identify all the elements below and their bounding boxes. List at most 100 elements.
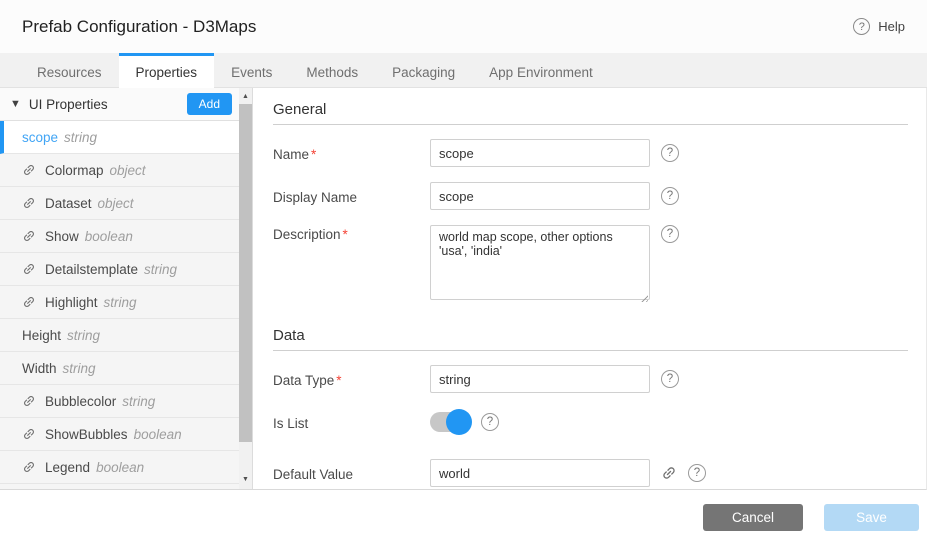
data-type-help-icon[interactable]: ? xyxy=(661,370,679,388)
tab-methods[interactable]: Methods xyxy=(289,53,375,88)
add-property-button[interactable]: Add xyxy=(187,93,232,115)
list-item[interactable]: scope string xyxy=(0,121,240,154)
display-name-input[interactable] xyxy=(430,182,650,210)
data-type-label: Data Type* xyxy=(273,371,430,388)
list-item[interactable]: Detailstemplate string xyxy=(0,253,240,286)
is-list-label: Is List xyxy=(273,414,430,431)
property-type: string xyxy=(144,262,177,277)
property-name: Legend xyxy=(45,460,90,475)
save-button[interactable]: Save xyxy=(824,504,919,531)
property-name: scope xyxy=(22,130,58,145)
required-asterisk: * xyxy=(336,373,341,388)
property-type: boolean xyxy=(134,427,182,442)
property-type: string xyxy=(104,295,137,310)
tab-packaging[interactable]: Packaging xyxy=(375,53,472,88)
is-list-row: Is List ? xyxy=(273,408,908,436)
name-input[interactable] xyxy=(430,139,650,167)
property-list: scope string Colormap object Dataset obj… xyxy=(0,121,240,484)
help-question-icon: ? xyxy=(853,18,870,35)
list-item[interactable]: Bubblecolor string xyxy=(0,385,240,418)
page-title: Prefab Configuration - D3Maps xyxy=(22,17,256,37)
section-title-data: Data xyxy=(273,320,908,351)
property-name: Colormap xyxy=(45,163,104,178)
property-type: string xyxy=(64,130,97,145)
tab-bar: Resources Properties Events Methods Pack… xyxy=(0,53,927,88)
property-name: Highlight xyxy=(45,295,98,310)
required-asterisk: * xyxy=(311,147,316,162)
list-item[interactable]: Height string xyxy=(0,319,240,352)
default-value-input[interactable] xyxy=(430,459,650,487)
link-icon xyxy=(22,229,36,243)
property-name: Bubblecolor xyxy=(45,394,116,409)
tab-app-environment[interactable]: App Environment xyxy=(472,53,610,88)
cancel-button[interactable]: Cancel xyxy=(703,504,803,531)
prefab-configuration-dialog: Prefab Configuration - D3Maps ? Help Res… xyxy=(0,0,927,555)
tab-resources[interactable]: Resources xyxy=(20,53,119,88)
scroll-down-icon[interactable]: ▼ xyxy=(239,472,252,486)
list-item[interactable]: Show boolean xyxy=(0,220,240,253)
property-type: string xyxy=(122,394,155,409)
property-form: General Name* ? Display Name ? Descripti… xyxy=(253,88,926,489)
description-row: Description* world map scope, other opti… xyxy=(273,225,908,305)
ui-properties-label: UI Properties xyxy=(29,97,187,112)
list-item[interactable]: ShowBubbles boolean xyxy=(0,418,240,451)
tab-events[interactable]: Events xyxy=(214,53,289,88)
name-row: Name* ? xyxy=(273,139,908,167)
property-type: object xyxy=(98,196,134,211)
name-help-icon[interactable]: ? xyxy=(661,144,679,162)
link-icon xyxy=(22,427,36,441)
property-name: Detailstemplate xyxy=(45,262,138,277)
title-bar: Prefab Configuration - D3Maps ? Help xyxy=(0,0,927,53)
tab-properties[interactable]: Properties xyxy=(119,53,215,88)
description-label: Description* xyxy=(273,225,430,242)
is-list-toggle[interactable] xyxy=(430,412,470,432)
list-item[interactable]: Colormap object xyxy=(0,154,240,187)
default-value-help-icon[interactable]: ? xyxy=(688,464,706,482)
required-asterisk: * xyxy=(343,227,348,242)
link-icon xyxy=(22,163,36,177)
list-item[interactable]: Legend boolean xyxy=(0,451,240,484)
link-icon xyxy=(22,295,36,309)
property-type: boolean xyxy=(96,460,144,475)
scroll-up-icon[interactable]: ▲ xyxy=(239,89,252,103)
property-type: object xyxy=(110,163,146,178)
properties-sidebar: ▼ UI Properties Add scope string Colorma… xyxy=(0,88,253,489)
ui-properties-header[interactable]: ▼ UI Properties Add xyxy=(0,88,240,121)
help-button[interactable]: ? Help xyxy=(853,18,905,35)
is-list-help-icon[interactable]: ? xyxy=(481,413,499,431)
display-name-row: Display Name ? xyxy=(273,182,908,210)
description-help-icon[interactable]: ? xyxy=(661,225,679,243)
list-item[interactable]: Dataset object xyxy=(0,187,240,220)
display-name-label: Display Name xyxy=(273,188,430,205)
list-item[interactable]: Highlight string xyxy=(0,286,240,319)
list-item[interactable]: Width string xyxy=(0,352,240,385)
content-area: ▼ UI Properties Add scope string Colorma… xyxy=(0,88,927,490)
data-type-input[interactable] xyxy=(430,365,650,393)
help-label: Help xyxy=(878,19,905,34)
toggle-knob xyxy=(446,409,472,435)
default-value-label: Default Value xyxy=(273,465,430,482)
dialog-footer: Cancel Save xyxy=(0,490,927,555)
default-value-row: Default Value ? xyxy=(273,459,908,487)
link-icon xyxy=(22,262,36,276)
collapse-caret-icon[interactable]: ▼ xyxy=(10,98,21,110)
scrollbar-thumb[interactable] xyxy=(239,104,252,442)
property-name: ShowBubbles xyxy=(45,427,128,442)
data-type-row: Data Type* ? xyxy=(273,365,908,393)
property-name: Dataset xyxy=(45,196,92,211)
sidebar-scrollbar[interactable]: ▲ ▼ xyxy=(239,88,252,489)
property-type: string xyxy=(63,361,96,376)
description-textarea[interactable]: world map scope, other options 'usa', 'i… xyxy=(430,225,650,300)
property-name: Width xyxy=(22,361,57,376)
display-name-help-icon[interactable]: ? xyxy=(661,187,679,205)
property-name: Height xyxy=(22,328,61,343)
link-icon xyxy=(22,460,36,474)
section-title-general: General xyxy=(273,94,908,125)
bind-link-icon[interactable] xyxy=(661,465,677,481)
property-name: Show xyxy=(45,229,79,244)
property-type: string xyxy=(67,328,100,343)
link-icon xyxy=(22,196,36,210)
link-icon xyxy=(22,394,36,408)
property-type: boolean xyxy=(85,229,133,244)
name-label: Name* xyxy=(273,145,430,162)
